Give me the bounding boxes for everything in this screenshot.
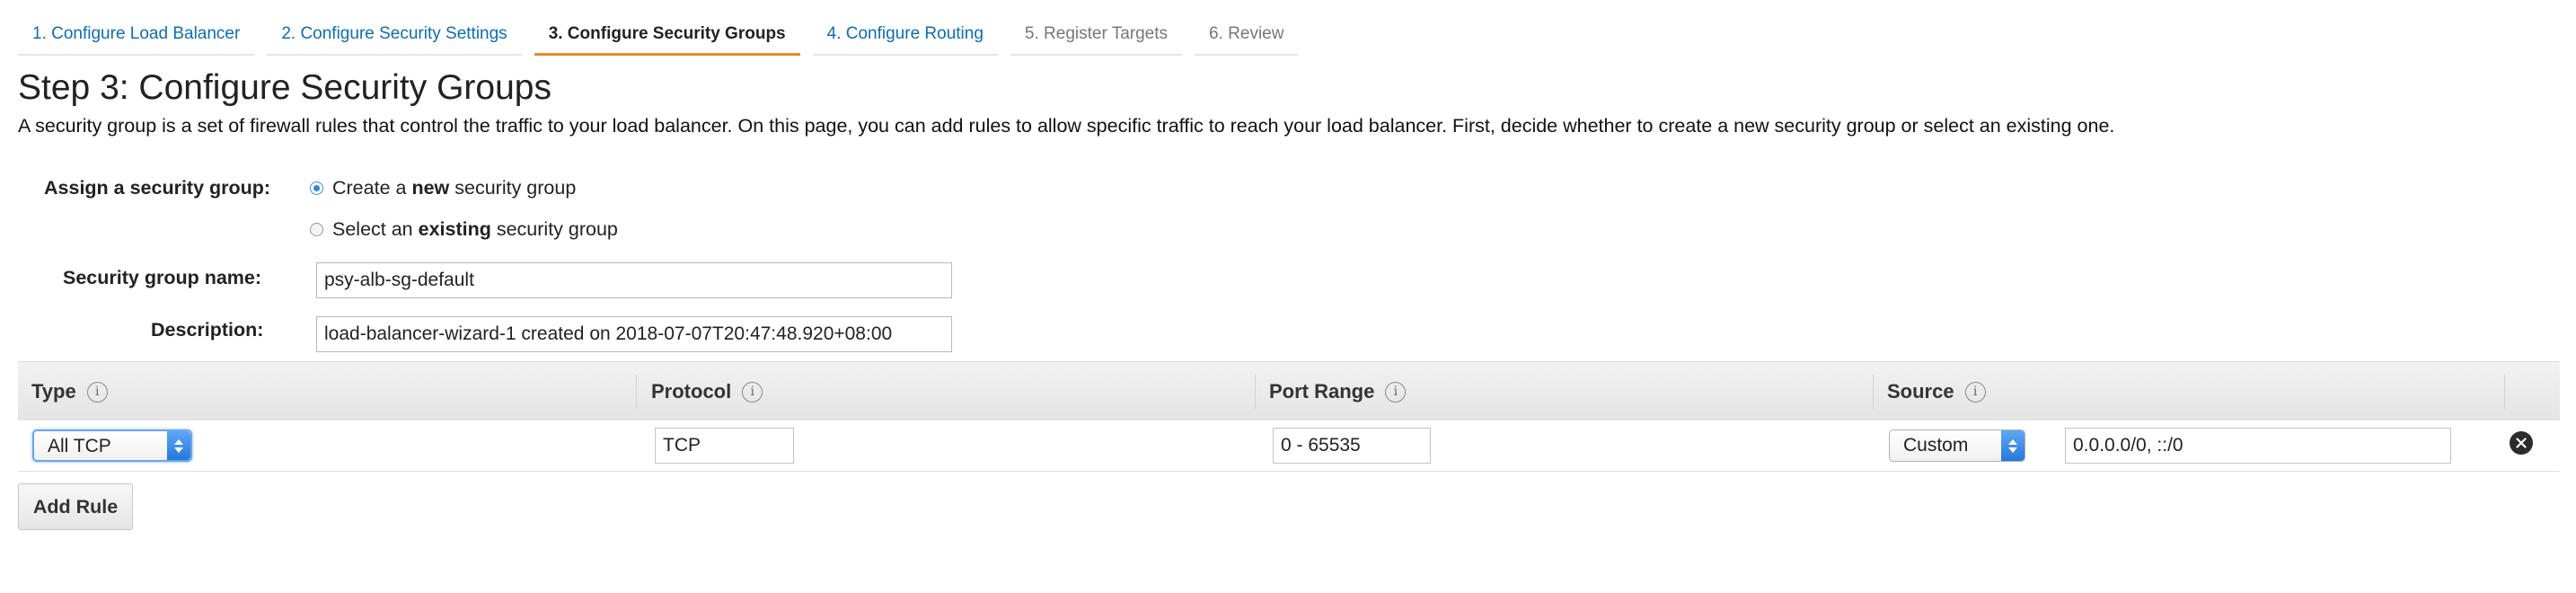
chevron-up-down-icon <box>2001 430 2025 461</box>
type-select[interactable]: All TCP <box>32 429 192 462</box>
column-divider <box>2504 375 2505 409</box>
tab-configure-security-groups[interactable]: 3. Configure Security Groups <box>534 18 800 56</box>
add-rule-button[interactable]: Add Rule <box>18 483 133 530</box>
tab-configure-security-settings[interactable]: 2. Configure Security Settings <box>267 18 522 56</box>
column-divider <box>636 375 637 409</box>
header-type: Type i <box>31 362 108 421</box>
radio-select-existing-security-group[interactable]: Select an existing security group <box>310 218 618 241</box>
port-range-field: 0 - 65535 <box>1273 428 1431 464</box>
column-divider <box>1873 375 1874 409</box>
header-protocol: Protocol i <box>651 362 763 421</box>
page-title: Step 3: Configure Security Groups <box>18 68 551 107</box>
rules-table-header: Type i Protocol i Port Range i Source i <box>18 361 2560 422</box>
page-description: A security group is a set of firewall ru… <box>18 115 2115 137</box>
tab-configure-load-balancer[interactable]: 1. Configure Load Balancer <box>18 18 255 56</box>
radio-button-checked[interactable] <box>310 181 323 195</box>
info-icon[interactable]: i <box>742 381 763 403</box>
radio-button-unchecked[interactable] <box>310 223 323 236</box>
security-group-name-label: Security group name: <box>63 267 262 288</box>
column-divider <box>1255 375 1256 409</box>
description-label: Description: <box>151 319 264 341</box>
security-group-name-input[interactable]: psy-alb-sg-default <box>316 262 952 298</box>
protocol-field: TCP <box>655 428 794 464</box>
info-icon[interactable]: i <box>1385 381 1407 403</box>
assign-security-group-label: Assign a security group: <box>44 177 271 199</box>
header-port-range: Port Range i <box>1269 362 1407 421</box>
chevron-up-down-icon <box>167 431 190 460</box>
radio-create-new-security-group[interactable]: Create a new security group <box>310 177 576 199</box>
tab-configure-routing[interactable]: 4. Configure Routing <box>812 18 998 56</box>
header-source: Source i <box>1887 362 1986 421</box>
wizard-steps: 1. Configure Load Balancer 2. Configure … <box>18 18 1310 56</box>
tab-register-targets[interactable]: 5. Register Targets <box>1010 18 1183 56</box>
tab-review[interactable]: 6. Review <box>1195 18 1299 56</box>
info-icon[interactable]: i <box>1964 381 1986 403</box>
radio-label-new: Create a new security group <box>332 177 577 199</box>
remove-rule-icon[interactable] <box>2510 431 2533 455</box>
description-input[interactable]: load-balancer-wizard-1 created on 2018-0… <box>316 316 952 352</box>
table-row: All TCP TCP 0 - 65535 Custom 0.0.0.0/0, … <box>18 420 2560 472</box>
source-cidr-input[interactable]: 0.0.0.0/0, ::/0 <box>2065 428 2451 464</box>
radio-label-existing: Select an existing security group <box>332 218 618 240</box>
source-select[interactable]: Custom <box>1889 429 2025 462</box>
info-icon[interactable]: i <box>86 381 108 403</box>
